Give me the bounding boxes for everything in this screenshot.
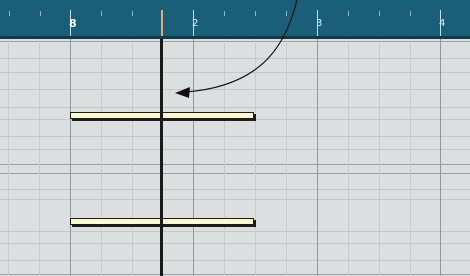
bar-number-8: 8 <box>69 17 77 30</box>
ruler-tick <box>255 11 256 16</box>
ruler-tick <box>9 11 10 16</box>
ruler-tick <box>224 11 225 16</box>
ruler-tick <box>348 11 349 16</box>
playhead-line[interactable] <box>160 39 163 276</box>
bar-number-4: 4 <box>439 18 446 29</box>
ruler-tick <box>379 11 380 16</box>
ruler-tick <box>286 11 287 16</box>
ruler-tick <box>40 11 41 16</box>
ruler-position-marker[interactable] <box>161 10 163 36</box>
bar-number-3: 3 <box>316 18 323 29</box>
key-editor-view: 8 2 3 4 <box>0 0 470 276</box>
ruler-tick <box>101 11 102 16</box>
bar-number-2: 2 <box>192 18 199 29</box>
ruler-tick <box>132 11 133 16</box>
bar-ruler[interactable]: 8 2 3 4 <box>0 0 470 36</box>
ruler-tick <box>410 11 411 16</box>
note-grid[interactable] <box>0 39 470 276</box>
